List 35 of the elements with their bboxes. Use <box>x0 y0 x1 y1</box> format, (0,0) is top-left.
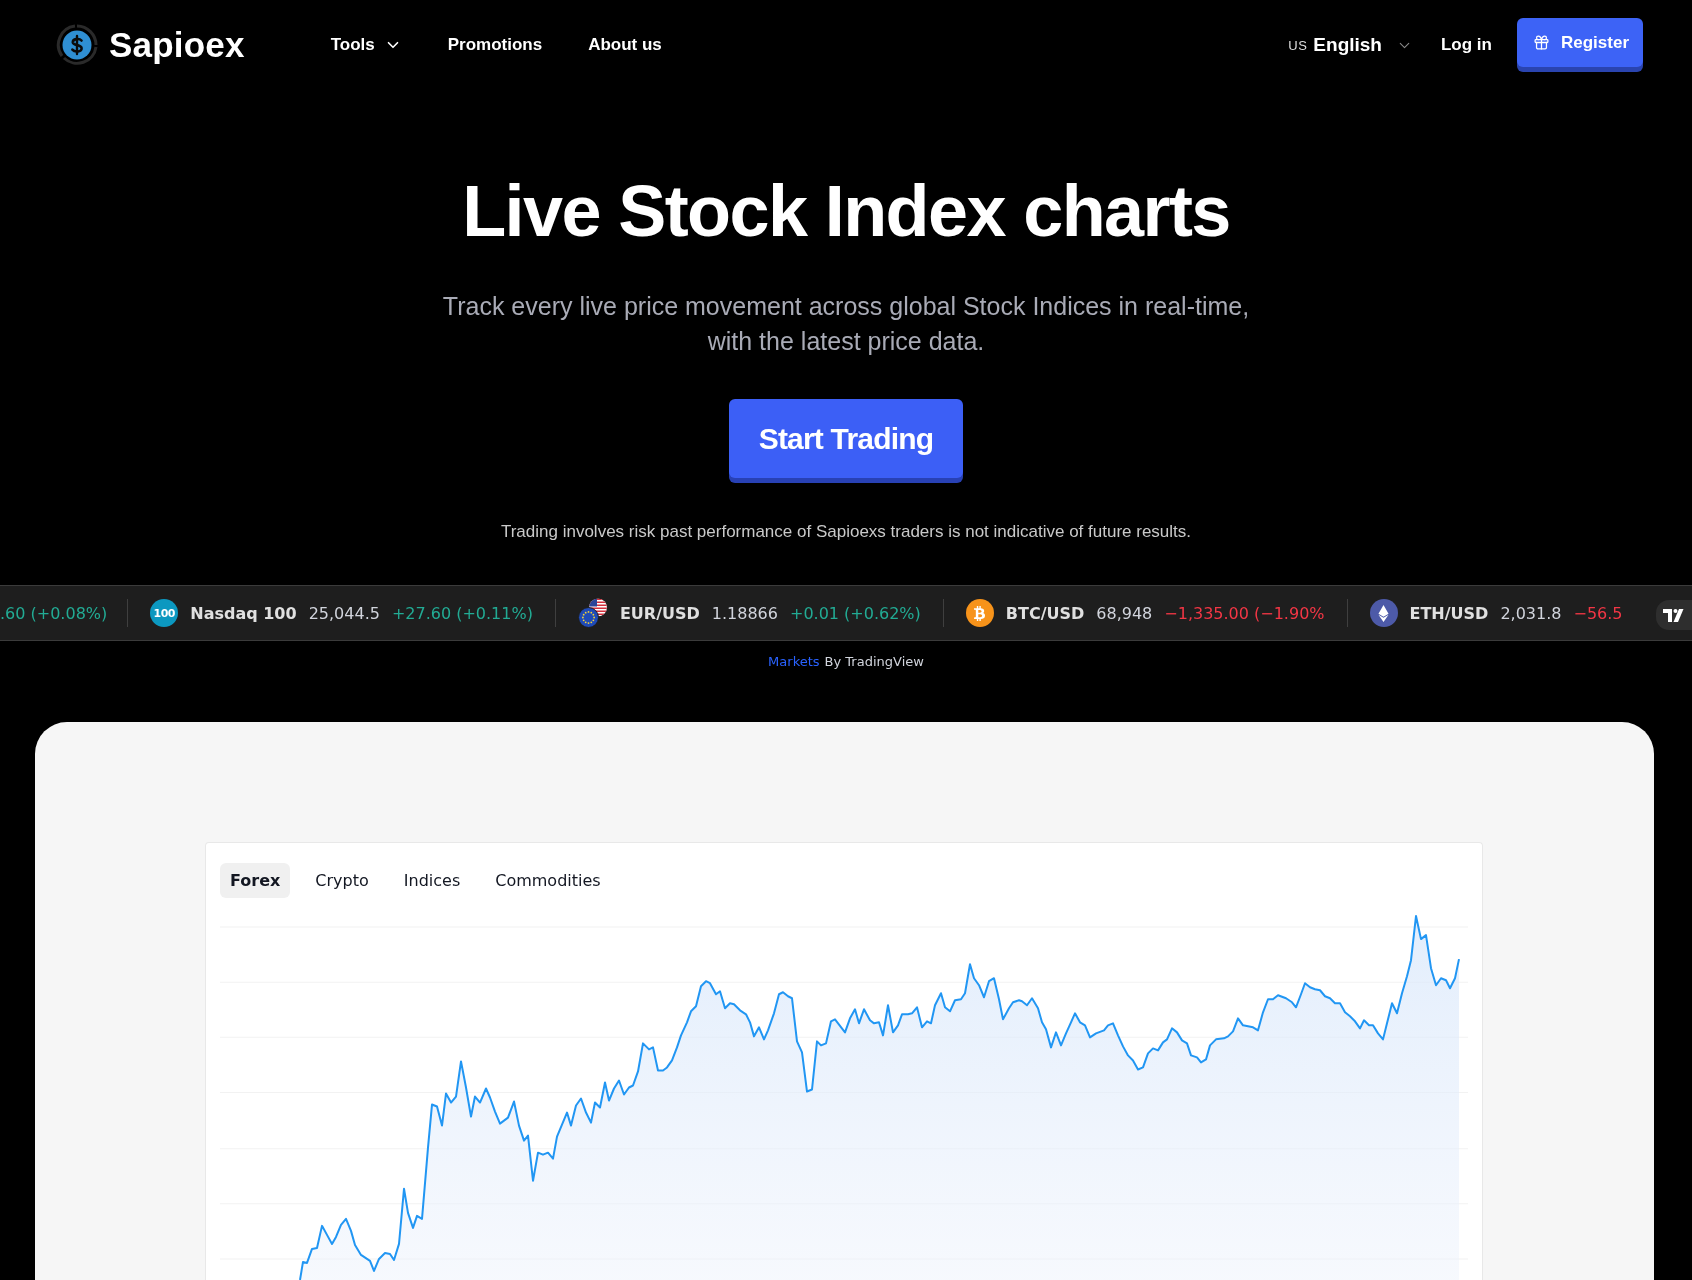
market-tab[interactable]: Commodities <box>485 863 611 898</box>
ticker-symbol[interactable]: EUR/USD <box>619 603 700 623</box>
ticker-change: −1,335.00 (−1.90% <box>1164 603 1325 623</box>
market-tab[interactable]: Forex <box>220 863 291 898</box>
nav-link[interactable]: Tools <box>330 35 402 55</box>
index-logo: 100 <box>150 599 179 627</box>
gift-icon <box>1532 34 1550 51</box>
ticker-price: 2,031.8 <box>1500 603 1562 623</box>
risk-disclaimer: Trading involves risk past performance of Sapioexs traders is not indicative of future results. <box>500 521 1192 543</box>
brand-name[interactable]: Sapioex <box>109 25 245 65</box>
ticker-change: −56.5 <box>1573 603 1623 623</box>
logo-icon[interactable] <box>1656 600 1692 630</box>
nav-link[interactable]: About us <box>588 35 662 55</box>
ticker-symbol[interactable]: ETH/USD <box>1409 603 1489 623</box>
ticker-change: +0.01 (+0.62%) <box>789 603 921 623</box>
market-tab[interactable]: Crypto <box>305 863 379 898</box>
page-title: Live Stock Index charts <box>462 172 1230 251</box>
nav-link[interactable]: Promotions <box>447 35 543 55</box>
language-select[interactable]: US English <box>1288 34 1413 56</box>
page-subtitle: Track every live price movement across global Stock Indices in real-time, with the latest price data. <box>441 291 1251 357</box>
ethereum-icon <box>1369 599 1398 627</box>
flag-pair-icon <box>577 598 608 628</box>
ticker-price: 68,948 <box>1096 603 1153 623</box>
bitcoin-icon <box>965 599 994 627</box>
ticker-symbol[interactable]: BTC/USD <box>1005 603 1085 623</box>
attribution-text: By TradingView <box>824 653 924 669</box>
ticker-symbol[interactable]: Nasdaq 100 <box>190 603 297 623</box>
ticker-price: 25,044.5 <box>308 603 380 623</box>
ticker-price: 1.18866 <box>711 603 778 623</box>
ticker-change: +27.60 (+0.11%) <box>391 603 533 623</box>
markets-link[interactable]: Markets <box>768 653 820 669</box>
login-link[interactable]: Log in <box>1441 35 1492 55</box>
market-tab[interactable]: Indices <box>393 863 471 898</box>
dollar-coin-icon <box>56 24 98 66</box>
ticker-change: .60 (+0.08%) <box>0 603 108 623</box>
